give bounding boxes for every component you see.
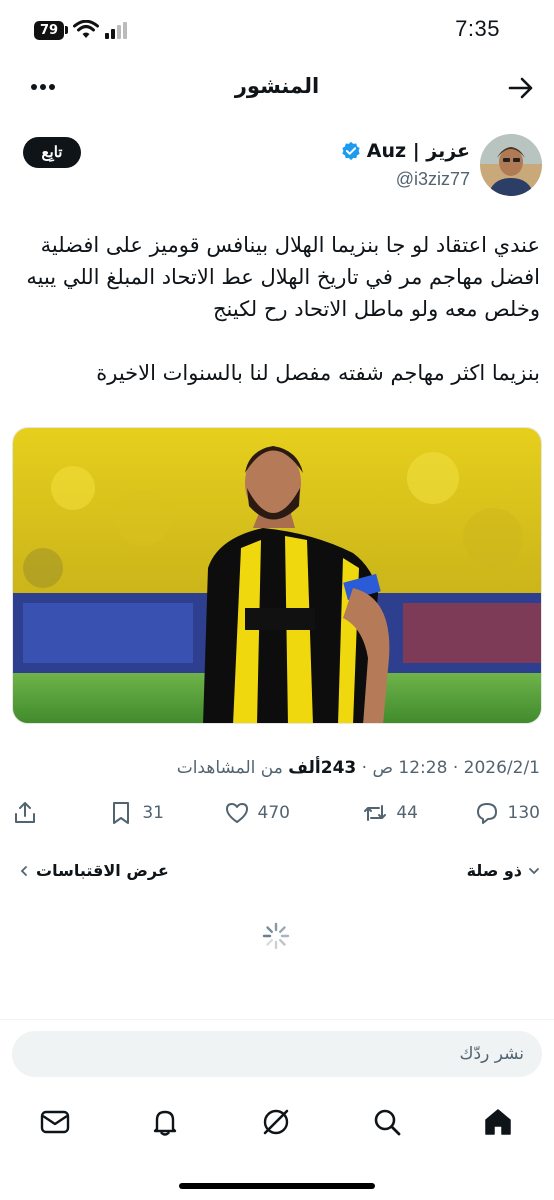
bookmark-icon: [113, 802, 130, 824]
post-date: 2026/2/1: [463, 758, 540, 778]
view-quotes-label: عرض الاقتباسات: [36, 861, 169, 880]
reply-icon: [476, 803, 497, 824]
user-handle[interactable]: @i3ziz77: [396, 169, 470, 190]
avatar-image: [480, 134, 542, 196]
bookmark-button[interactable]: 31: [108, 800, 164, 826]
repost-count: 44: [396, 803, 418, 823]
player-photo: [13, 428, 541, 723]
home-indicator: [179, 1183, 375, 1189]
reply-input[interactable]: [12, 1031, 542, 1077]
home-icon[interactable]: [482, 1106, 514, 1138]
messages-icon[interactable]: [39, 1106, 71, 1138]
post-text: عندي اعتقاد لو جا بنزيما الهلال بينافس ق…: [14, 229, 540, 421]
battery-tip: [65, 26, 68, 34]
repost-icon: [364, 805, 387, 821]
loading-spinner-icon: [262, 922, 290, 950]
meta-separator: ·: [452, 758, 459, 778]
action-bar: 130 44 470 31: [0, 800, 554, 836]
cellular-signal-icon: [105, 22, 127, 39]
back-arrow-icon[interactable]: [508, 75, 534, 101]
view-quotes-link[interactable]: عرض الاقتباسات: [18, 861, 169, 880]
follow-button[interactable]: تابِع: [23, 137, 81, 168]
related-dropdown[interactable]: ذو صلة: [467, 861, 540, 880]
views-label: من المشاهدات: [176, 758, 283, 778]
divider: [0, 1019, 554, 1020]
bookmark-count: 31: [142, 803, 164, 823]
heart-icon: [225, 803, 248, 823]
grok-icon[interactable]: [260, 1106, 292, 1138]
display-name[interactable]: عزيز | Auz: [367, 140, 470, 162]
like-button[interactable]: 470: [224, 800, 290, 826]
share-button[interactable]: [12, 800, 38, 826]
clock: 7:35: [455, 16, 500, 41]
bottom-nav: [0, 1100, 554, 1150]
wifi-icon: [73, 20, 99, 38]
verified-badge-icon: [342, 141, 360, 161]
reply-count: 130: [507, 803, 540, 823]
reply-button[interactable]: 130: [474, 800, 540, 826]
share-icon: [15, 802, 35, 823]
search-icon[interactable]: [371, 1106, 403, 1138]
battery-icon: 79: [34, 21, 64, 40]
reply-composer[interactable]: [12, 1031, 542, 1077]
post-time: 12:28 ص: [372, 758, 448, 778]
meta-separator: ·: [361, 758, 368, 778]
post-paragraph: عندي اعتقاد لو جا بنزيما الهلال بينافس ق…: [26, 233, 540, 321]
repost-button[interactable]: 44: [362, 800, 418, 826]
related-label: ذو صلة: [466, 861, 522, 880]
post-media-image[interactable]: [12, 427, 542, 724]
header: المنشور: [0, 62, 554, 114]
notifications-bell-icon[interactable]: [149, 1106, 181, 1138]
like-count: 470: [257, 803, 290, 823]
post-paragraph: بنزيما اكثر مهاجم شفته مفصل لنا بالسنوات…: [96, 361, 540, 385]
views-count: 243ألف: [288, 758, 357, 778]
related-row: ذو صلة عرض الاقتباسات: [0, 861, 554, 885]
avatar[interactable]: [480, 134, 542, 196]
status-bar: 79 7:35: [0, 0, 554, 60]
page-title: المنشور: [234, 74, 320, 98]
chevron-left-icon: [20, 865, 27, 876]
author-name-row[interactable]: عزيز | Auz: [341, 140, 470, 162]
post-meta: 2026/2/1 · 12:28 ص · 243ألف من المشاهدات: [14, 758, 540, 778]
chevron-down-icon: [529, 867, 539, 874]
